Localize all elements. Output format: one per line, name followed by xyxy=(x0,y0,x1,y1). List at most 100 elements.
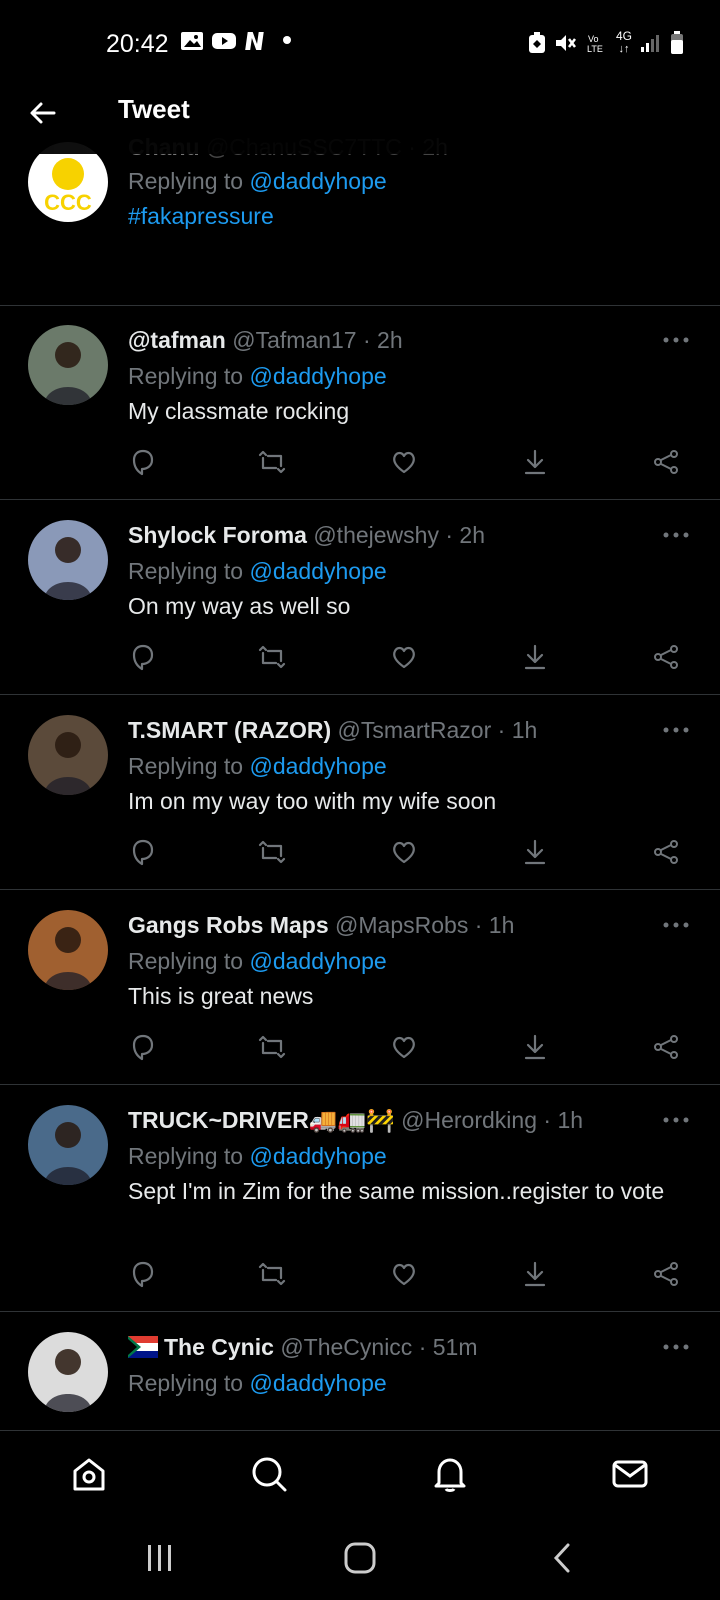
status-bar: 20:42 Vo LTE 4G ↓↑ xyxy=(0,0,720,88)
mute-icon xyxy=(555,34,576,51)
search-icon[interactable] xyxy=(250,1455,288,1493)
avatar[interactable] xyxy=(28,1105,108,1185)
bottom-navigation xyxy=(0,1430,720,1521)
display-name[interactable]: @tafman xyxy=(128,327,226,353)
network-type: 4G ↓↑ xyxy=(615,29,632,55)
back-icon[interactable] xyxy=(552,1542,572,1574)
reply-tweet[interactable]: TRUCK~DRIVER🚚🚛🚧 @Herordking · 1h Replying… xyxy=(0,1085,720,1312)
more-options-icon[interactable] xyxy=(662,335,690,345)
back-arrow-icon[interactable] xyxy=(28,98,58,128)
download-icon[interactable] xyxy=(521,838,549,866)
mention-link[interactable]: @daddyhope xyxy=(249,168,386,194)
display-name[interactable]: Shylock Foroma xyxy=(128,522,307,548)
display-name[interactable]: Gangs Robs Maps xyxy=(128,912,329,938)
share-icon[interactable] xyxy=(652,1260,680,1288)
home-button-icon[interactable] xyxy=(344,1542,376,1574)
tweet-time: 1h xyxy=(511,717,538,743)
recents-icon[interactable] xyxy=(146,1542,174,1574)
retweet-icon[interactable] xyxy=(258,1260,286,1288)
tweet-text: On my way as well so xyxy=(128,593,351,619)
display-name[interactable]: TRUCK~DRIVER🚚🚛🚧 xyxy=(128,1107,395,1133)
share-icon[interactable] xyxy=(652,838,680,866)
replying-to-line: Replying to @daddyhope xyxy=(128,948,387,974)
more-options-icon[interactable] xyxy=(662,530,690,540)
page-title: Tweet xyxy=(118,94,190,124)
volte-icon: VoLTE xyxy=(587,34,603,54)
reply-icon[interactable] xyxy=(128,838,156,866)
replying-to-line: Replying to @daddyhope xyxy=(128,168,387,194)
user-handle: @MapsRobs xyxy=(335,912,469,938)
display-name[interactable]: The Cynic xyxy=(164,1334,274,1360)
user-handle: @TheCynicc xyxy=(280,1334,413,1360)
replies-feed[interactable]: CCC Chanu @ChanuSSC7TTC · 2h Replying to… xyxy=(0,130,720,1430)
more-options-icon[interactable] xyxy=(662,1115,690,1125)
home-icon[interactable] xyxy=(70,1455,108,1493)
avatar[interactable] xyxy=(28,520,108,600)
download-icon[interactable] xyxy=(521,448,549,476)
avatar[interactable]: CCC xyxy=(28,142,108,222)
svg-text:Vo: Vo xyxy=(588,34,599,44)
tweet-text: My classmate rocking xyxy=(128,398,350,424)
notification-dot xyxy=(283,36,291,44)
reply-tweet[interactable]: T.SMART (RAZOR) @TsmartRazor · 1h Replyin… xyxy=(0,695,720,890)
download-icon[interactable] xyxy=(521,643,549,671)
reply-icon[interactable] xyxy=(128,1260,156,1288)
display-name[interactable]: T.SMART (RAZOR) xyxy=(128,717,331,743)
share-icon[interactable] xyxy=(652,1033,680,1061)
reply-icon[interactable] xyxy=(128,643,156,671)
svg-text:LTE: LTE xyxy=(587,44,603,54)
user-handle: @Herordking xyxy=(401,1107,537,1133)
reply-tweet-partial[interactable]: CCC Chanu @ChanuSSC7TTC · 2h Replying to… xyxy=(0,130,720,310)
reply-icon[interactable] xyxy=(128,1033,156,1061)
messages-icon[interactable] xyxy=(611,1455,649,1493)
tweet-header: The Cynic @TheCynicc · 51m xyxy=(128,1334,478,1361)
share-icon[interactable] xyxy=(652,448,680,476)
mention-link[interactable]: @daddyhope xyxy=(249,1370,386,1396)
like-icon[interactable] xyxy=(390,643,418,671)
tweet-header: Gangs Robs Maps @MapsRobs · 1h xyxy=(128,912,515,938)
tweet-header: Shylock Foroma @thejewshy · 2h xyxy=(128,522,485,548)
notifications-icon[interactable] xyxy=(431,1455,469,1493)
reply-tweet[interactable]: @tafman @Tafman17 · 2h Replying to @daddy… xyxy=(0,305,720,500)
user-handle: @TsmartRazor xyxy=(337,717,492,743)
hashtag-link[interactable]: #fakapressure xyxy=(128,203,274,229)
retweet-icon[interactable] xyxy=(258,643,286,671)
avatar[interactable] xyxy=(28,1332,108,1412)
reply-tweet[interactable]: Gangs Robs Maps @MapsRobs · 1h Replying t… xyxy=(0,890,720,1085)
replying-to-line: Replying to @daddyhope xyxy=(128,558,387,584)
like-icon[interactable] xyxy=(390,1033,418,1061)
battery-icon xyxy=(671,30,683,54)
mention-link[interactable]: @daddyhope xyxy=(249,948,386,974)
share-icon[interactable] xyxy=(652,643,680,671)
replying-to-line: Replying to @daddyhope xyxy=(128,363,387,389)
mention-link[interactable]: @daddyhope xyxy=(249,1143,386,1169)
reply-tweet[interactable]: Shylock Foroma @thejewshy · 2h Replying t… xyxy=(0,500,720,695)
like-icon[interactable] xyxy=(390,838,418,866)
download-icon[interactable] xyxy=(521,1033,549,1061)
retweet-icon[interactable] xyxy=(258,448,286,476)
like-icon[interactable] xyxy=(390,1260,418,1288)
reply-icon[interactable] xyxy=(128,448,156,476)
status-time: 20:42 xyxy=(106,30,169,58)
avatar[interactable] xyxy=(28,325,108,405)
tweet-actions xyxy=(128,254,693,284)
more-options-icon[interactable] xyxy=(662,725,690,735)
avatar[interactable] xyxy=(28,910,108,990)
reply-tweet[interactable]: The Cynic @TheCynicc · 51m Replying to @d… xyxy=(0,1312,720,1430)
mention-link[interactable]: @daddyhope xyxy=(249,753,386,779)
more-options-icon[interactable] xyxy=(662,920,690,930)
south-africa-flag-icon xyxy=(128,1336,158,1358)
retweet-icon[interactable] xyxy=(258,838,286,866)
tweet-actions xyxy=(128,838,693,868)
mention-link[interactable]: @daddyhope xyxy=(249,363,386,389)
replying-to-line: Replying to @daddyhope xyxy=(128,1370,387,1396)
tweet-time: 1h xyxy=(488,912,515,938)
tweet-text: This is great news xyxy=(128,983,314,1009)
retweet-icon[interactable] xyxy=(258,1033,286,1061)
user-handle: @Tafman17 xyxy=(232,327,357,353)
more-options-icon[interactable] xyxy=(662,1342,690,1352)
mention-link[interactable]: @daddyhope xyxy=(249,558,386,584)
download-icon[interactable] xyxy=(521,1260,549,1288)
like-icon[interactable] xyxy=(390,448,418,476)
avatar[interactable] xyxy=(28,715,108,795)
